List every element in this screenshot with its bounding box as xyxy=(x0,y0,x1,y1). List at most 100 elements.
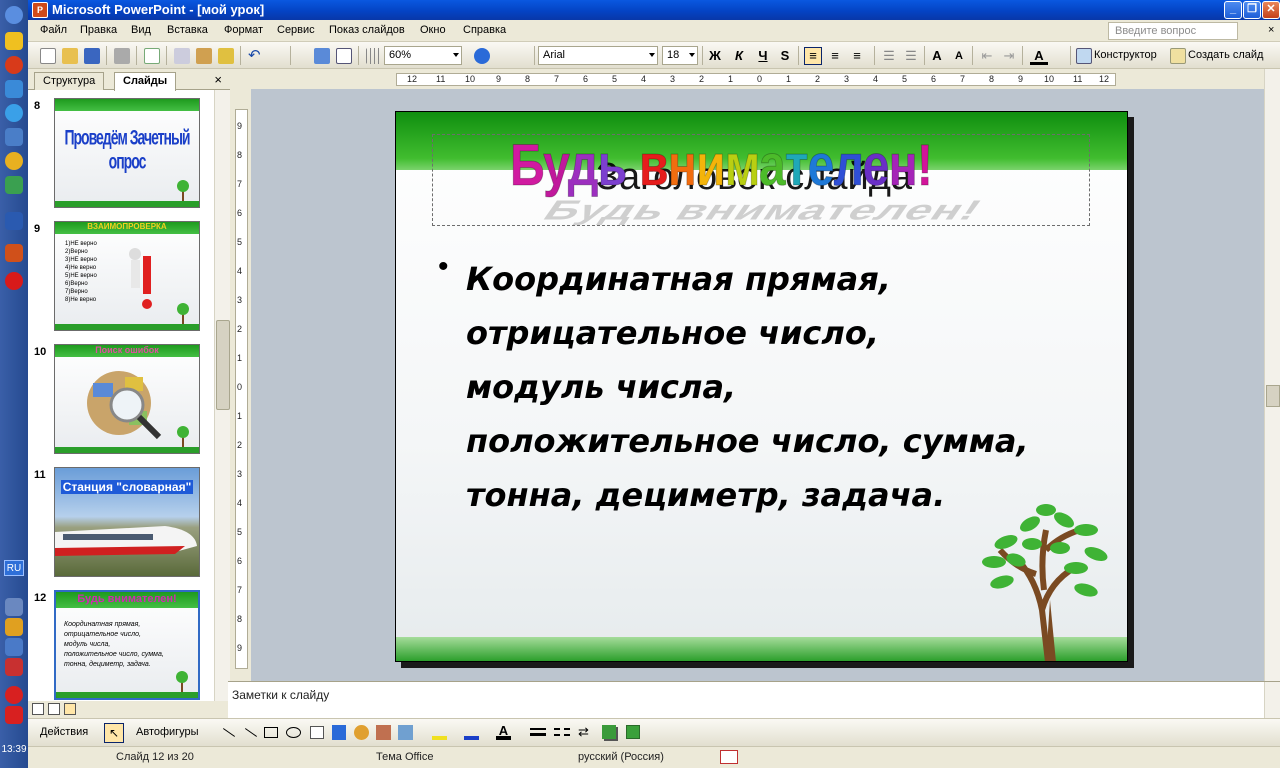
select-pointer-icon[interactable]: ↖ xyxy=(104,723,124,743)
help-search-input[interactable]: Введите вопрос xyxy=(1108,22,1238,40)
notes-scrollbar[interactable] xyxy=(1264,682,1280,719)
align-left-button[interactable]: ≡ xyxy=(804,47,822,65)
new-slide-icon[interactable] xyxy=(1170,48,1186,64)
line-style-icon[interactable] xyxy=(530,728,546,736)
tray-icon[interactable] xyxy=(5,706,23,724)
bulleted-list-button[interactable]: ☰ xyxy=(902,47,920,65)
undo-icon[interactable]: ↶ xyxy=(248,48,264,64)
shadow-style-icon[interactable] xyxy=(602,725,616,739)
grid-icon[interactable] xyxy=(366,48,382,64)
designer-icon[interactable] xyxy=(1076,48,1092,64)
slide-canvas[interactable]: Будь внимателен! Заголовок слайда Будь в… xyxy=(395,111,1128,662)
notes-placeholder[interactable]: Заметки к слайду xyxy=(232,688,329,702)
volume-icon[interactable] xyxy=(5,638,23,656)
menu-file[interactable]: Файл xyxy=(40,24,67,36)
tray-icon[interactable] xyxy=(5,598,23,616)
minimize-button[interactable]: _ xyxy=(1224,1,1242,19)
tab-slides[interactable]: Слайды xyxy=(114,72,177,91)
word-icon[interactable] xyxy=(5,212,23,230)
scroll-thumb[interactable] xyxy=(1266,385,1280,407)
scroll-thumb[interactable] xyxy=(216,320,230,410)
diagram-tool-icon[interactable] xyxy=(354,725,369,740)
new-document-icon[interactable] xyxy=(40,48,56,64)
wordart-tool-icon[interactable] xyxy=(332,725,346,740)
app-icon[interactable] xyxy=(5,80,23,98)
normal-view-icon[interactable] xyxy=(32,703,44,715)
menu-tools[interactable]: Сервис xyxy=(277,24,315,36)
slide-sorter-icon[interactable] xyxy=(48,703,60,715)
bold-button[interactable]: Ж xyxy=(706,47,724,65)
powerpoint-icon[interactable]: P xyxy=(32,2,48,18)
align-center-button[interactable]: ≡ xyxy=(826,47,844,65)
font-color-icon[interactable]: A xyxy=(496,723,511,740)
menu-help[interactable]: Справка xyxy=(463,24,506,36)
powerpoint-task-icon[interactable] xyxy=(5,244,23,262)
desktop-icon[interactable] xyxy=(5,128,23,146)
menu-format[interactable]: Формат xyxy=(224,24,263,36)
save-icon[interactable] xyxy=(84,48,100,64)
ie-icon[interactable] xyxy=(5,104,23,122)
chrome-icon[interactable] xyxy=(5,152,23,170)
spelling-icon[interactable] xyxy=(144,48,160,64)
font-select[interactable]: Arial xyxy=(538,46,658,65)
decrease-indent-button[interactable]: ⇤ xyxy=(978,47,996,65)
app-icon[interactable] xyxy=(5,176,23,194)
panel-close-button[interactable]: × xyxy=(214,72,222,87)
slide-thumbnail-12[interactable]: 12 Будь внимателен! Координатная прямая,… xyxy=(28,590,213,700)
clipart-tool-icon[interactable] xyxy=(376,725,391,740)
font-size-select[interactable]: 18 xyxy=(662,46,698,65)
slide-thumbnail-10[interactable]: 10 Поиск ошибок xyxy=(28,344,213,454)
line-tool-icon[interactable] xyxy=(222,728,236,737)
increase-indent-button[interactable]: ⇥ xyxy=(1000,47,1018,65)
copy-icon[interactable] xyxy=(174,48,190,64)
quick-launch-icon[interactable] xyxy=(5,32,23,50)
start-orb-icon[interactable] xyxy=(5,6,23,24)
panel-scrollbar[interactable] xyxy=(214,90,230,701)
menu-slideshow[interactable]: Показ слайдов xyxy=(329,24,405,36)
opera-icon[interactable] xyxy=(5,272,23,290)
autoshapes-menu[interactable]: Автофигуры xyxy=(136,726,199,738)
document-close-button[interactable]: × xyxy=(1268,24,1274,36)
increase-font-button[interactable]: A xyxy=(928,47,946,65)
textbox-tool-icon[interactable] xyxy=(310,726,324,739)
oval-tool-icon[interactable] xyxy=(286,727,301,738)
line-color-icon[interactable] xyxy=(464,725,479,740)
slide-thumbnail-11[interactable]: 11 Станция "словарная" xyxy=(28,467,213,577)
slideshow-view-icon[interactable] xyxy=(64,703,76,715)
underline-button[interactable]: Ч xyxy=(754,47,772,65)
arrow-tool-icon[interactable] xyxy=(244,728,258,737)
rectangle-tool-icon[interactable] xyxy=(264,727,278,738)
open-folder-icon[interactable] xyxy=(62,48,78,64)
close-button[interactable]: ✕ xyxy=(1262,1,1280,19)
align-right-button[interactable]: ≡ xyxy=(848,47,866,65)
thumbnail-image[interactable]: Будь внимателен! Координатная прямая, от… xyxy=(54,590,200,700)
italic-button[interactable]: К xyxy=(730,47,748,65)
tab-outline[interactable]: Структура xyxy=(34,72,105,90)
fill-color-icon[interactable] xyxy=(432,725,447,740)
designer-button[interactable]: Конструктор xyxy=(1094,49,1157,61)
arrow-style-icon[interactable]: ⇄ xyxy=(578,725,594,739)
language-indicator[interactable]: RU xyxy=(4,560,24,576)
dash-style-icon[interactable] xyxy=(554,728,570,736)
zoom-select[interactable]: 60% xyxy=(384,46,462,65)
insert-table-icon[interactable] xyxy=(336,48,352,64)
thumbnail-image[interactable]: Проведём Зачетный опрос xyxy=(54,98,200,208)
restore-button[interactable]: ❐ xyxy=(1243,1,1261,19)
format-painter-icon[interactable] xyxy=(218,48,234,64)
slide-thumbnail-9[interactable]: 9 ВЗАИМОПРОВЕРКА 1)НЕ верно 2)Верно 3)НЕ… xyxy=(28,221,213,331)
print-icon[interactable] xyxy=(114,48,130,64)
thumbnail-image[interactable]: Поиск ошибок xyxy=(54,344,200,454)
clock[interactable]: 13:39 xyxy=(0,744,28,755)
menu-window[interactable]: Окно xyxy=(420,24,446,36)
insert-chart-icon[interactable] xyxy=(314,48,330,64)
help-icon[interactable] xyxy=(474,48,490,64)
numbered-list-button[interactable]: ☰ xyxy=(880,47,898,65)
browser-icon[interactable] xyxy=(5,56,23,74)
slide-thumbnail-8[interactable]: 8 Проведём Зачетный опрос xyxy=(28,98,213,208)
slide-body-text[interactable]: Координатная прямая, отрицательное число… xyxy=(466,252,1106,522)
tray-icon[interactable] xyxy=(5,618,23,636)
thumbnail-image[interactable]: ВЗАИМОПРОВЕРКА 1)НЕ верно 2)Верно 3)НЕ в… xyxy=(54,221,200,331)
3d-style-icon[interactable] xyxy=(626,725,640,739)
picture-tool-icon[interactable] xyxy=(398,725,413,740)
editor-scrollbar[interactable] xyxy=(1264,69,1280,681)
